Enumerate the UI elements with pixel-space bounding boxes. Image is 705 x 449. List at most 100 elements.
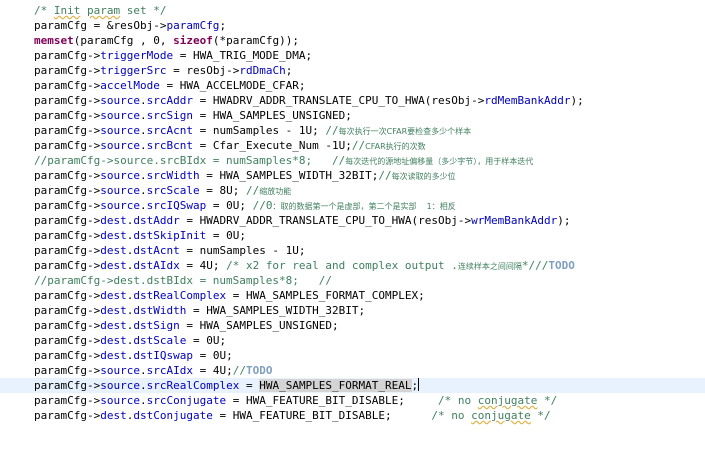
code-token: dstScale bbox=[133, 334, 187, 347]
code-token: dest bbox=[100, 304, 127, 317]
code-text: paramCfg->source.srcAddr = HWADRV_ADDR_T… bbox=[34, 93, 584, 108]
code-line[interactable]: paramCfg->dest.dstScale = 0U; bbox=[0, 333, 705, 348]
code-token: srcBcnt bbox=[146, 139, 193, 152]
code-token: dest bbox=[100, 229, 127, 242]
code-line[interactable]: paramCfg->dest.dstSign = HWA_SAMPLES_UNS… bbox=[0, 318, 705, 333]
code-text: paramCfg->dest.dstWidth = HWA_SAMPLES_WI… bbox=[34, 303, 365, 318]
code-text: paramCfg->source.srcBcnt = Cfar_Execute_… bbox=[34, 138, 426, 154]
code-token: . bbox=[139, 364, 147, 377]
code-line[interactable]: //paramCfg->dest.dstBIdx = numSamples*8;… bbox=[0, 273, 705, 288]
code-token: ; bbox=[219, 19, 227, 32]
code-token: sizeof bbox=[173, 34, 213, 47]
code-text: //paramCfg->dest.dstBIdx = numSamples*8;… bbox=[34, 273, 332, 288]
code-line[interactable]: //paramCfg->source.srcBIdx = numSamples*… bbox=[0, 153, 705, 168]
code-line[interactable]: paramCfg->dest.dstConjugate = HWA_FEATUR… bbox=[0, 408, 705, 423]
code-token: dest bbox=[100, 289, 127, 302]
code-token: ; bbox=[285, 64, 293, 77]
code-line[interactable]: paramCfg->dest.dstSkipInit = 0U; bbox=[0, 228, 705, 243]
code-line[interactable]: paramCfg->dest.dstRealComplex = HWA_SAMP… bbox=[0, 288, 705, 303]
code-text: paramCfg->triggerSrc = resObj->rdDmaCh; bbox=[34, 63, 292, 78]
code-line[interactable]: paramCfg->source.srcRealComplex = HWA_SA… bbox=[0, 378, 705, 393]
code-token: . bbox=[139, 394, 147, 407]
code-line[interactable]: paramCfg->dest.dstIQswap = 0U; bbox=[0, 348, 705, 363]
code-line[interactable]: paramCfg->dest.dstAIdx = 4U; /* x2 for r… bbox=[0, 258, 705, 273]
code-editor[interactable]: /* Init param set */paramCfg = &resObj->… bbox=[0, 0, 705, 449]
code-line[interactable]: paramCfg->triggerSrc = resObj->rdDmaCh; bbox=[0, 63, 705, 78]
code-line[interactable]: paramCfg = &resObj->paramCfg; bbox=[0, 18, 705, 33]
code-token: // bbox=[325, 124, 339, 137]
code-token: dest bbox=[100, 259, 127, 272]
code-text: memset(paramCfg , 0, sizeof(*paramCfg)); bbox=[34, 33, 299, 48]
code-token: rdDmaCh bbox=[239, 64, 286, 77]
code-token: // bbox=[351, 139, 366, 152]
code-token: dstAddr bbox=[133, 214, 180, 227]
code-token: = HWA_SAMPLES_WIDTH_32BIT; bbox=[186, 304, 366, 317]
code-token: = HWADRV_ADDR_TRANSLATE_CPU_TO_HWA(resOb… bbox=[192, 94, 485, 107]
code-token: . bbox=[139, 199, 147, 212]
code-token: source bbox=[100, 199, 140, 212]
code-token: srcSign bbox=[146, 109, 193, 122]
code-line[interactable]: paramCfg->source.srcScale = 8U; //缩放功能 bbox=[0, 183, 705, 198]
code-token: triggerMode bbox=[100, 49, 174, 62]
code-token: source bbox=[100, 364, 140, 377]
code-line[interactable]: paramCfg->source.srcWidth = HWA_SAMPLES_… bbox=[0, 168, 705, 183]
code-token: paramCfg-> bbox=[34, 109, 101, 122]
code-token: dstWidth bbox=[133, 304, 187, 317]
code-token: wrMemBankAddr bbox=[471, 214, 558, 227]
code-line[interactable]: paramCfg->dest.dstWidth = HWA_SAMPLES_WI… bbox=[0, 303, 705, 318]
code-token: paramCfg bbox=[166, 19, 220, 32]
code-text: paramCfg->dest.dstRealComplex = HWA_SAMP… bbox=[34, 288, 425, 303]
code-token: /* x2 for real and complex output . bbox=[226, 259, 458, 272]
code-token: */// bbox=[521, 259, 549, 272]
code-line[interactable]: paramCfg->source.srcBcnt = Cfar_Execute_… bbox=[0, 138, 705, 153]
code-text: paramCfg->accelMode = HWA_ACCELMODE_CFAR… bbox=[34, 78, 306, 93]
code-token: paramCfg-> bbox=[34, 394, 101, 407]
code-token: srcAcnt bbox=[146, 124, 193, 137]
code-token: . bbox=[139, 184, 147, 197]
code-token: = HWA_SAMPLES_WIDTH_32BIT; bbox=[199, 169, 379, 182]
code-text: paramCfg->dest.dstAcnt = numSamples - 1U… bbox=[34, 243, 306, 258]
code-line[interactable]: paramCfg->source.srcAIdx = 4U;//TODO bbox=[0, 363, 705, 378]
code-token: // bbox=[245, 184, 260, 197]
code-token: = HWADRV_ADDR_TRANSLATE_CPU_TO_HWA(resOb… bbox=[179, 214, 472, 227]
code-token: paramCfg-> bbox=[34, 409, 101, 422]
code-token: = HWA_SAMPLES_UNSIGNED; bbox=[179, 319, 339, 332]
code-token: /* no bbox=[438, 394, 478, 407]
code-token: = numSamples - 1U; bbox=[179, 244, 306, 257]
code-line[interactable]: paramCfg->source.srcAcnt = numSamples - … bbox=[0, 123, 705, 138]
code-line[interactable]: paramCfg->source.srcAddr = HWADRV_ADDR_T… bbox=[0, 93, 705, 108]
code-token: 连续样本之间间隔 bbox=[457, 262, 522, 271]
code-token: dest bbox=[100, 214, 127, 227]
code-token: = 0U; bbox=[192, 349, 233, 362]
code-text: //paramCfg->source.srcBIdx = numSamples*… bbox=[34, 153, 533, 169]
code-text: paramCfg->dest.dstSign = HWA_SAMPLES_UNS… bbox=[34, 318, 339, 333]
code-token: srcWidth bbox=[146, 169, 200, 182]
code-token: dest bbox=[100, 244, 127, 257]
code-text: paramCfg->source.srcConjugate = HWA_FEAT… bbox=[34, 393, 557, 408]
code-token: /* bbox=[34, 4, 54, 17]
code-token: dest bbox=[100, 334, 127, 347]
code-line[interactable]: paramCfg->dest.dstAddr = HWADRV_ADDR_TRA… bbox=[0, 213, 705, 228]
code-token: triggerSrc bbox=[100, 64, 167, 77]
code-line[interactable]: /* Init param set */ bbox=[0, 3, 705, 18]
code-line[interactable]: paramCfg->accelMode = HWA_ACCELMODE_CFAR… bbox=[0, 78, 705, 93]
code-token: = 4U; bbox=[179, 259, 227, 272]
code-text: paramCfg = &resObj->paramCfg; bbox=[34, 18, 226, 33]
code-token: 缩放功能 bbox=[259, 187, 292, 196]
code-token: paramCfg-> bbox=[34, 214, 101, 227]
code-line[interactable]: paramCfg->source.srcConjugate = HWA_FEAT… bbox=[0, 393, 705, 408]
code-line[interactable]: memset(paramCfg , 0, sizeof(*paramCfg)); bbox=[0, 33, 705, 48]
code-line[interactable]: paramCfg->source.srcIQSwap = 0U; //0：取的数… bbox=[0, 198, 705, 213]
code-token: = HWA_FEATURE_BIT_DISABLE; bbox=[226, 394, 439, 407]
code-token: dstSkipInit bbox=[133, 229, 207, 242]
code-line[interactable]: paramCfg->dest.dstAcnt = numSamples - 1U… bbox=[0, 243, 705, 258]
code-token: rdMemBankAddr bbox=[484, 94, 571, 107]
code-token: paramCfg-> bbox=[34, 349, 101, 362]
code-token: . bbox=[139, 379, 147, 392]
code-token: source bbox=[100, 109, 140, 122]
code-token: = 4U; bbox=[192, 364, 233, 377]
code-text: /* Init param set */ bbox=[34, 3, 166, 18]
code-token: dstIQswap bbox=[133, 349, 193, 362]
code-line[interactable]: paramCfg->source.srcSign = HWA_SAMPLES_U… bbox=[0, 108, 705, 123]
code-line[interactable]: paramCfg->triggerMode = HWA_TRIG_MODE_DM… bbox=[0, 48, 705, 63]
